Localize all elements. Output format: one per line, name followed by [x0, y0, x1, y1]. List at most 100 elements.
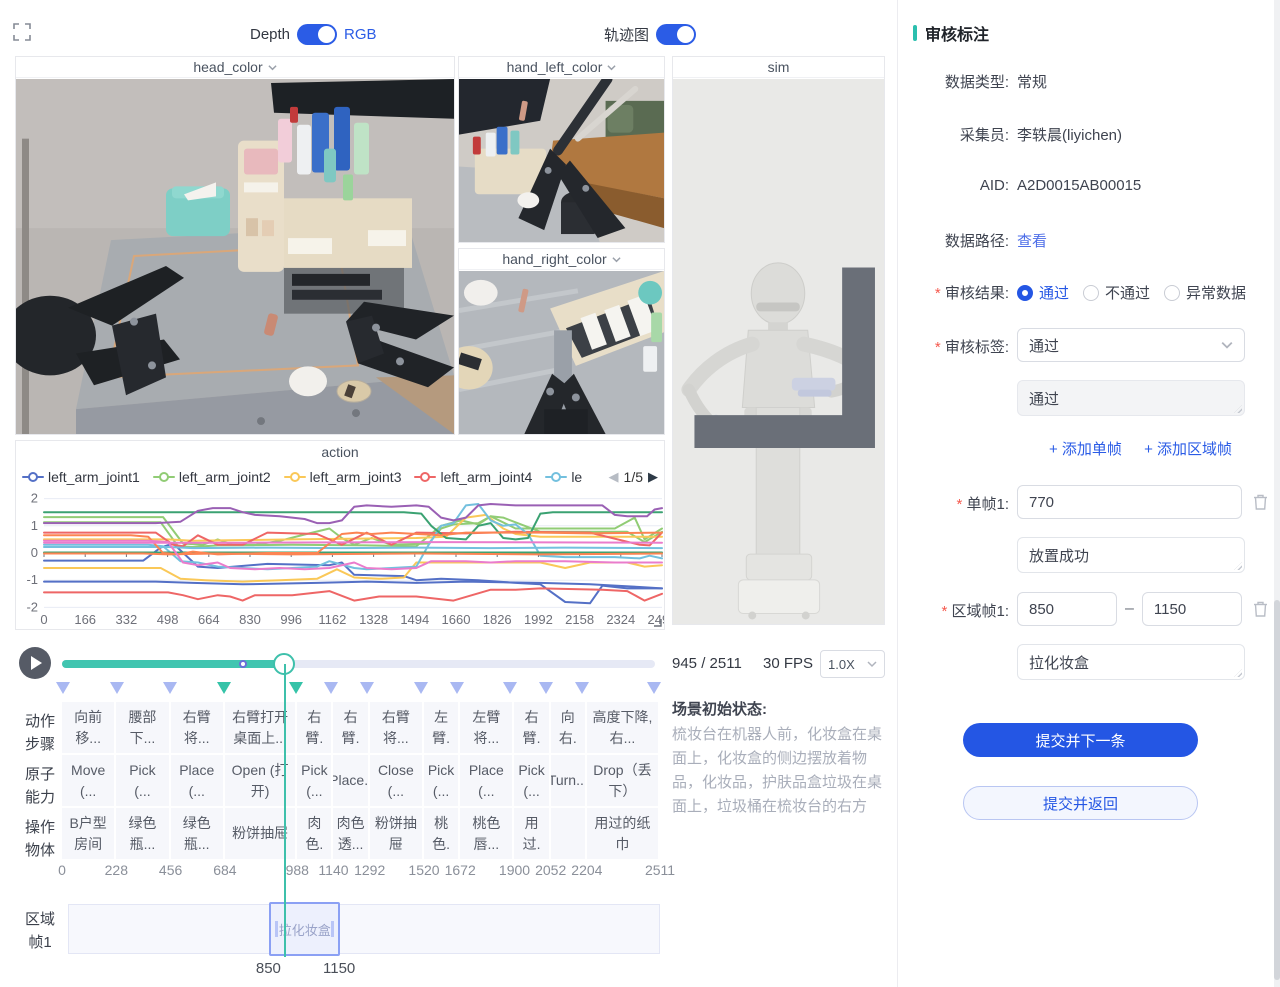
legend-next-icon[interactable]: ▶: [648, 469, 658, 485]
sim-viewport[interactable]: [673, 79, 884, 624]
legend-item-left_arm_joint2[interactable]: left_arm_joint2: [153, 469, 271, 485]
step-cell[interactable]: B户型房间: [62, 808, 114, 859]
resize-handle-icon[interactable]: [673, 79, 882, 622]
svg-text:332: 332: [116, 612, 138, 627]
step-cell[interactable]: 用过.: [514, 808, 548, 859]
timeline-marker-456[interactable]: [163, 682, 177, 694]
step-cell[interactable]: Close (...: [370, 755, 422, 806]
step-cell[interactable]: 右臂将...: [370, 702, 422, 753]
scrollbar-track[interactable]: [1274, 0, 1280, 987]
step-cell[interactable]: 粉饼抽屉: [225, 808, 295, 859]
step-cell[interactable]: 右臂打开桌面上...: [225, 702, 295, 753]
step-cell[interactable]: Turn...: [551, 755, 585, 806]
region-left-handle[interactable]: [275, 921, 278, 937]
step-cell[interactable]: 粉饼抽屉: [370, 808, 422, 859]
resize-handle-icon[interactable]: [653, 618, 662, 627]
delete-single-frame-icon[interactable]: [1252, 493, 1269, 511]
timeline-marker-2052[interactable]: [539, 682, 553, 694]
timeline-marker-988[interactable]: [289, 682, 303, 694]
delete-region-frame-icon[interactable]: [1252, 600, 1269, 618]
field-review-result: 审核结果: 通过 不通过 异常数据: [913, 276, 1269, 303]
slider-handle[interactable]: [273, 653, 295, 675]
step-cell[interactable]: Pick (...: [116, 755, 168, 806]
timeline-marker-1292[interactable]: [360, 682, 374, 694]
region-end-input[interactable]: 1150: [1142, 592, 1242, 626]
region-frame-track[interactable]: 拉化妆盒: [68, 904, 660, 954]
svg-text:830: 830: [239, 612, 261, 627]
submit-and-return-button[interactable]: 提交并返回: [963, 786, 1198, 820]
legend-item-le[interactable]: le: [545, 469, 582, 485]
step-cell[interactable]: Pick (...: [514, 755, 548, 806]
radio-fail[interactable]: 不通过: [1083, 282, 1150, 303]
timeline-marker-1520[interactable]: [414, 682, 428, 694]
step-cell[interactable]: 肉色透...: [333, 808, 367, 859]
joint-trajectory-chart[interactable]: 210-1-2016633249866483099611621328149416…: [16, 489, 664, 629]
single-frame-input[interactable]: 770: [1017, 485, 1242, 519]
timeline-slider[interactable]: [62, 660, 655, 668]
step-cell[interactable]: Open (打开): [225, 755, 295, 806]
data-path-view-link[interactable]: 查看: [1017, 222, 1047, 251]
step-cell[interactable]: 肉色.: [297, 808, 331, 859]
step-cell[interactable]: 右臂.: [297, 702, 331, 753]
step-cell[interactable]: [551, 808, 585, 859]
step-cell[interactable]: 右臂将...: [171, 702, 223, 753]
tag-note-textarea[interactable]: 通过: [1017, 380, 1245, 416]
step-cell[interactable]: 桃色唇...: [460, 808, 512, 859]
review-tag-label: 审核标签:: [913, 328, 1009, 357]
svg-text:1992: 1992: [524, 612, 553, 627]
timeline-marker-1900[interactable]: [503, 682, 517, 694]
region-frame-box[interactable]: 拉化妆盒: [269, 902, 340, 956]
timeline-marker-1672[interactable]: [450, 682, 464, 694]
hand-right-camera-select[interactable]: hand_right_color: [459, 249, 664, 270]
region-frame-note-textarea[interactable]: 拉化妆盒: [1017, 644, 1245, 680]
step-cell[interactable]: 腰部下...: [116, 702, 168, 753]
step-cell[interactable]: Drop（丢下）: [587, 755, 658, 806]
step-cell[interactable]: 用过的纸巾: [587, 808, 658, 859]
timeline-marker-2511[interactable]: [647, 682, 661, 694]
submit-and-next-button[interactable]: 提交并下一条: [963, 723, 1198, 757]
trajectory-switch[interactable]: [656, 24, 696, 45]
step-cell[interactable]: Move (...: [62, 755, 114, 806]
svg-text:2158: 2158: [565, 612, 594, 627]
legend-item-left_arm_joint3[interactable]: left_arm_joint3: [284, 469, 402, 485]
legend-item-left_arm_joint1[interactable]: left_arm_joint1: [22, 469, 140, 485]
playback-speed-select[interactable]: 1.0X: [820, 650, 885, 678]
add-single-frame-link[interactable]: + 添加单帧: [1049, 441, 1122, 458]
fullscreen-icon[interactable]: [13, 23, 31, 41]
region-right-handle[interactable]: [331, 921, 334, 937]
step-cell[interactable]: 右臂.: [514, 702, 548, 753]
step-cell[interactable]: 桃色.: [424, 808, 458, 859]
hand-left-camera-select[interactable]: hand_left_color: [459, 57, 664, 78]
step-cell[interactable]: Place (...: [171, 755, 223, 806]
play-button[interactable]: [19, 647, 51, 679]
timeline-marker-684[interactable]: [217, 682, 231, 694]
radio-abnormal[interactable]: 异常数据: [1164, 282, 1246, 303]
scrollbar-thumb[interactable]: [1274, 600, 1280, 980]
chevron-down-icon: [1221, 339, 1233, 351]
step-cell[interactable]: Pick (...: [424, 755, 458, 806]
timeline-marker-228[interactable]: [110, 682, 124, 694]
step-cell[interactable]: 左臂.: [424, 702, 458, 753]
legend-prev-icon[interactable]: ◀: [609, 469, 619, 485]
step-cell[interactable]: Place..: [333, 755, 367, 806]
head-camera-select[interactable]: head_color: [16, 57, 454, 78]
step-cell[interactable]: 向前移...: [62, 702, 114, 753]
legend-item-left_arm_joint4[interactable]: left_arm_joint4: [414, 469, 532, 485]
timeline-marker-1140[interactable]: [324, 682, 338, 694]
step-cell[interactable]: 右臂.: [333, 702, 367, 753]
step-cell[interactable]: 绿色瓶...: [171, 808, 223, 859]
step-cell[interactable]: Pick (...: [297, 755, 331, 806]
step-cell[interactable]: 向右.: [551, 702, 585, 753]
timeline-marker-0[interactable]: [56, 682, 70, 694]
timeline-marker-2204[interactable]: [575, 682, 589, 694]
radio-pass[interactable]: 通过: [1017, 282, 1069, 303]
step-cell[interactable]: 左臂将...: [460, 702, 512, 753]
region-start-input[interactable]: 850: [1017, 592, 1117, 626]
add-region-frame-link[interactable]: + 添加区域帧: [1144, 441, 1232, 458]
step-cell[interactable]: 高度下降, 右...: [587, 702, 658, 753]
review-tag-select[interactable]: 通过: [1017, 328, 1245, 362]
single-frame-note-textarea[interactable]: 放置成功: [1017, 537, 1245, 573]
step-cell[interactable]: 绿色瓶...: [116, 808, 168, 859]
step-cell[interactable]: Place (...: [460, 755, 512, 806]
depth-rgb-switch[interactable]: [297, 24, 337, 45]
